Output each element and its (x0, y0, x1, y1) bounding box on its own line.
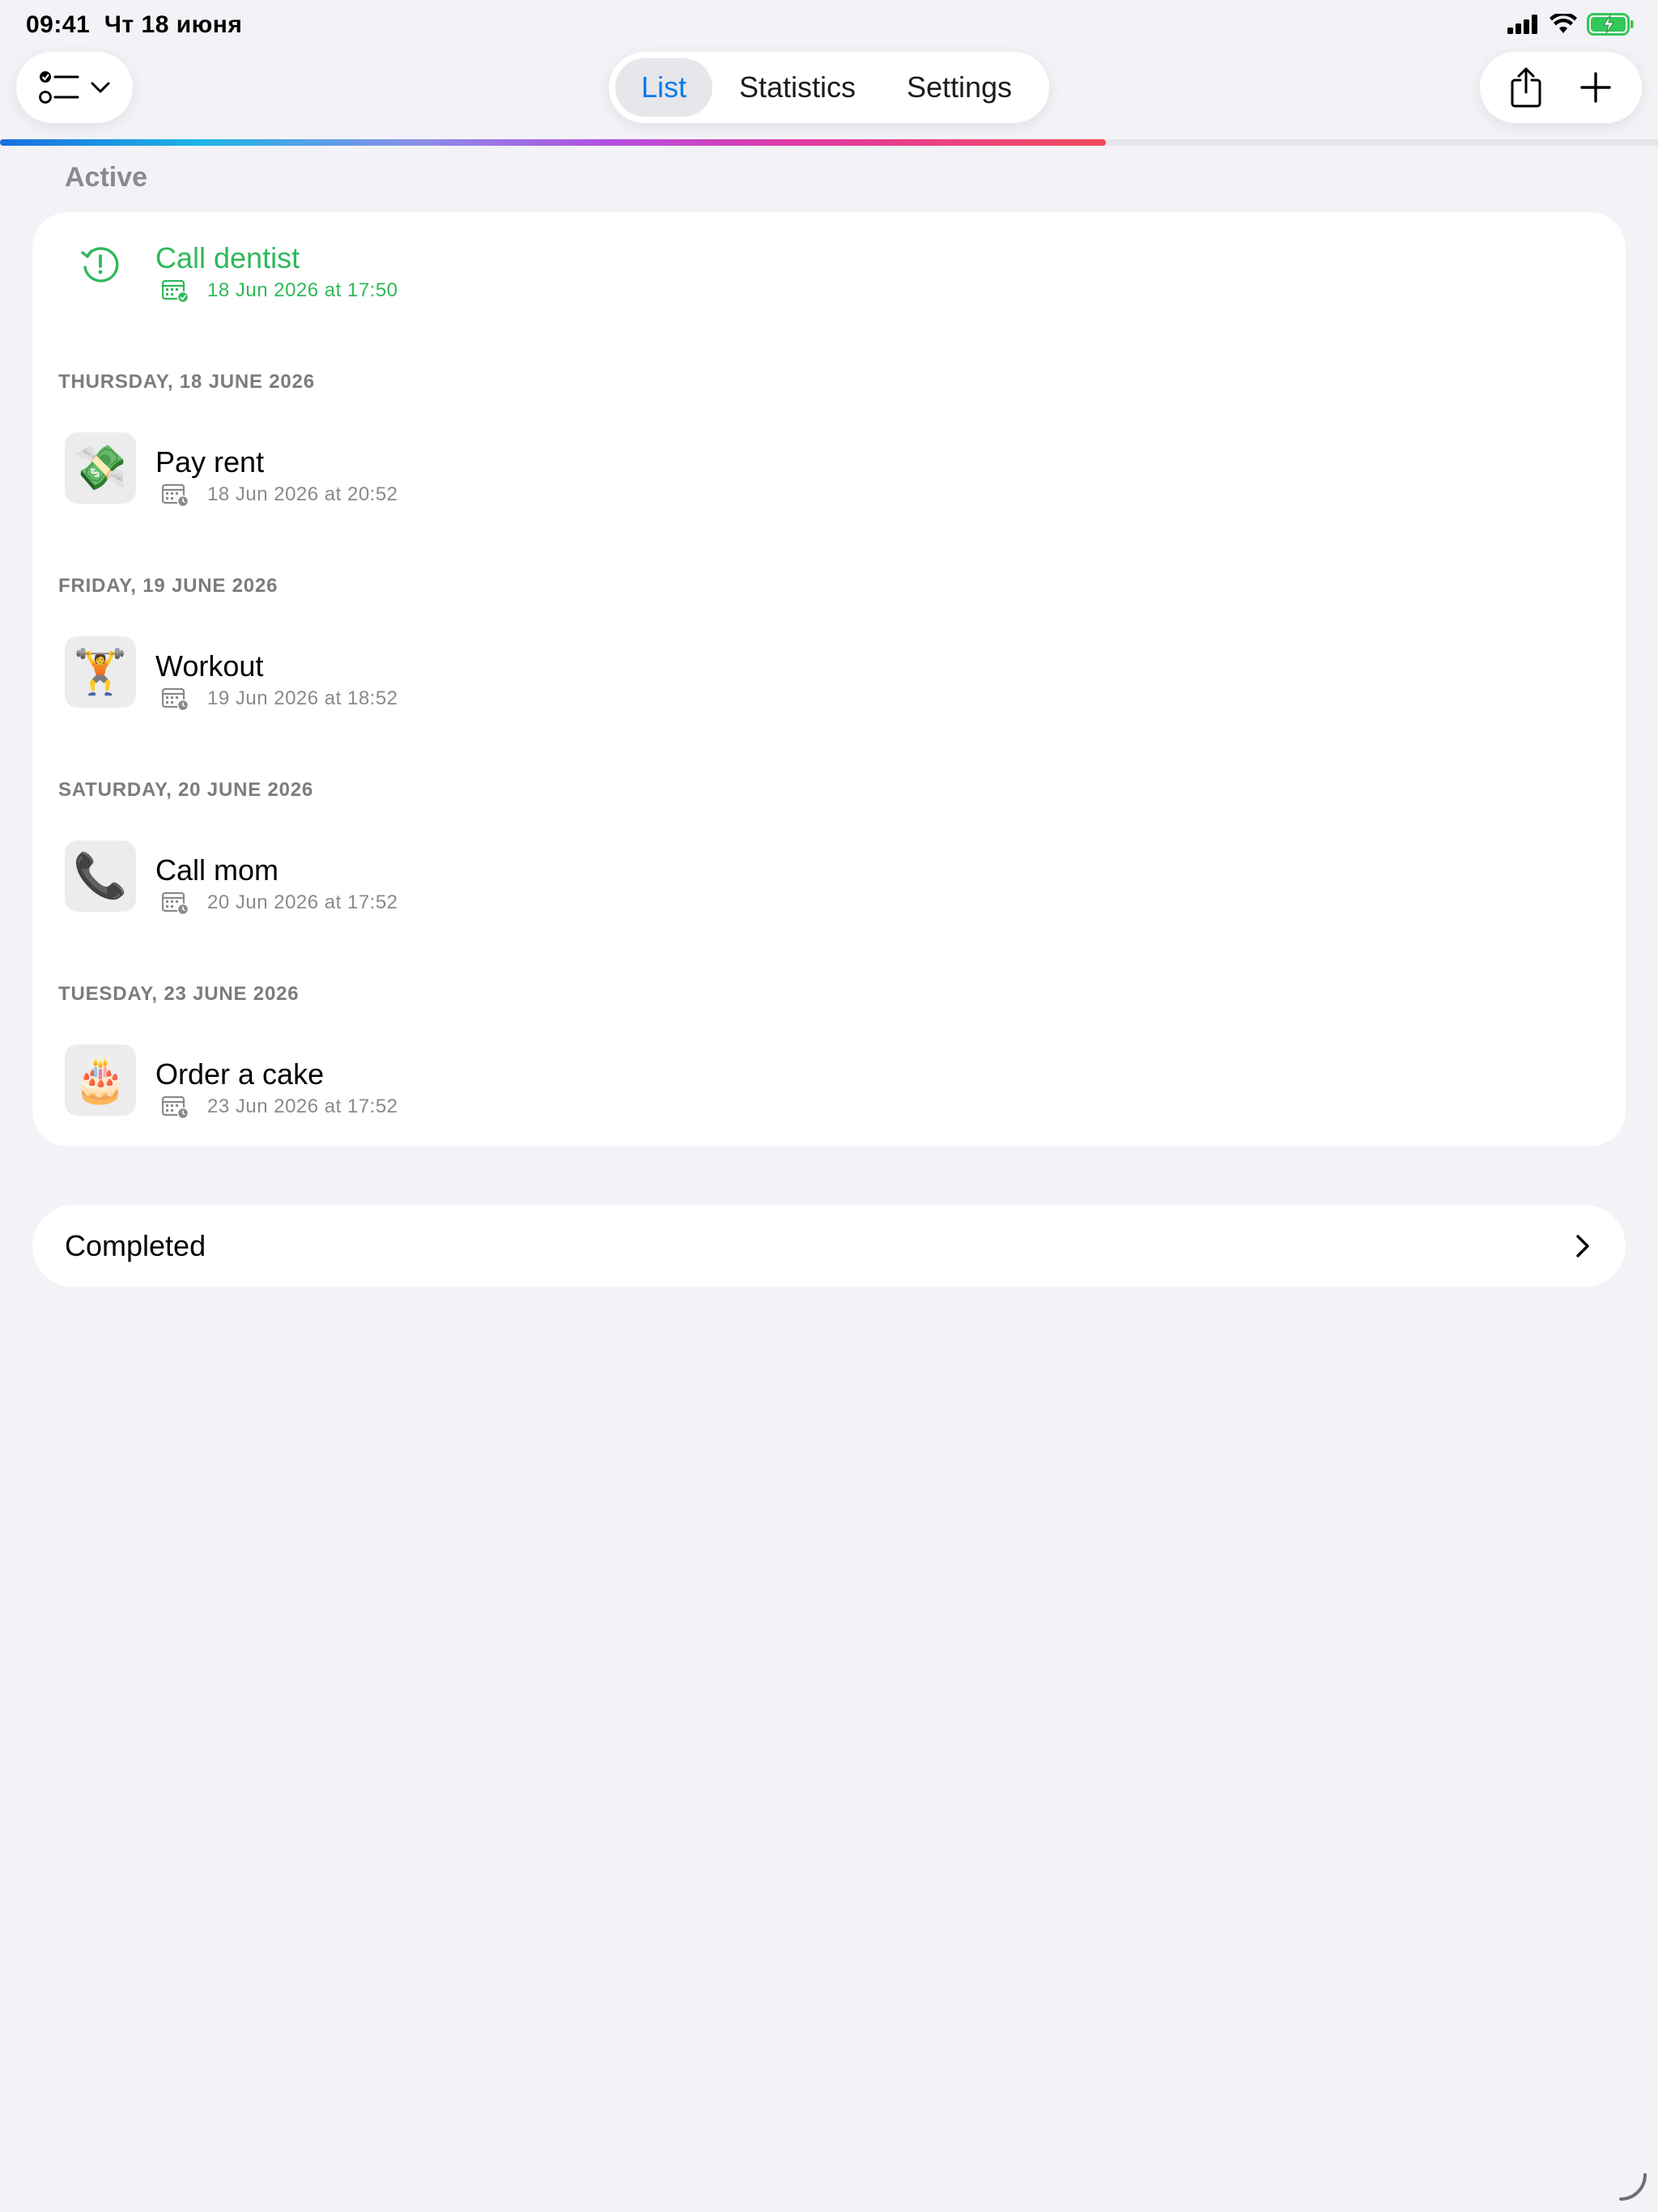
calendar-clock-icon (162, 687, 189, 711)
money-wings-icon: 💸 (65, 432, 136, 504)
tab-settings-label: Settings (906, 70, 1013, 104)
completion-progress-fill (0, 139, 1107, 146)
task-title: Order a cake (155, 1057, 325, 1091)
calendar-clock-icon (162, 1095, 189, 1119)
task-date-line: 23 Jun 2026 at 17:52 (162, 1095, 398, 1119)
share-icon (1511, 67, 1541, 108)
chevron-right-icon (1576, 1235, 1589, 1257)
window-resize-handle[interactable] (1616, 2170, 1648, 2202)
status-indicators (1507, 13, 1634, 36)
task-date-line: 19 Jun 2026 at 18:52 (162, 687, 398, 711)
cellular-signal-icon (1507, 15, 1537, 34)
tab-list-label: List (640, 70, 687, 104)
completion-progress-bar (0, 139, 1658, 146)
task-row-overdue[interactable]: Call dentist 18 Jun 2026 at 17:50 (32, 212, 1626, 325)
tab-statistics[interactable]: Statistics (712, 58, 882, 117)
task-date: 20 Jun 2026 at 17:52 (207, 891, 398, 913)
task-row[interactable]: 🏋️ Workout 19 Jun 2026 at 18:52 (32, 620, 1626, 734)
wifi-icon (1550, 14, 1577, 33)
plus-icon (1580, 72, 1611, 103)
action-buttons-group (1480, 52, 1642, 123)
telephone-receiver-icon: 📞 (65, 840, 136, 912)
date-group-header: TUESDAY, 23 JUNE 2026 (58, 983, 300, 1005)
chevron-down-icon (91, 82, 110, 93)
checklist-icon (39, 71, 79, 104)
task-title: Workout (155, 649, 264, 683)
status-time: 09:41 Чт 18 июня (26, 11, 242, 39)
task-date: 19 Jun 2026 at 18:52 (207, 687, 398, 709)
status-bar: 09:41 Чт 18 июня (0, 0, 1658, 49)
tab-settings[interactable]: Settings (882, 58, 1036, 117)
task-date-line: 18 Jun 2026 at 17:50 (162, 279, 398, 303)
task-date: 18 Jun 2026 at 17:50 (207, 279, 398, 301)
view-segmented-control: List Statistics Settings (609, 52, 1049, 123)
task-row[interactable]: 💸 Pay rent 18 Jun 2026 at 20:52 (32, 416, 1626, 530)
completed-label: Completed (65, 1229, 206, 1262)
active-section-title: Active (65, 162, 148, 193)
overdue-clock-icon (65, 228, 136, 300)
task-row[interactable]: 📞 Call mom 20 Jun 2026 at 17:52 (32, 824, 1626, 938)
list-filter-menu-button[interactable] (16, 52, 133, 123)
battery-charging-icon (1587, 13, 1634, 36)
task-date: 23 Jun 2026 at 17:52 (207, 1095, 398, 1117)
status-date: Чт 18 июня (104, 11, 243, 38)
calendar-clock-icon (162, 891, 189, 915)
tab-list[interactable]: List (615, 58, 712, 117)
completed-section-button[interactable]: Completed (32, 1205, 1626, 1287)
task-date-line: 18 Jun 2026 at 20:52 (162, 483, 398, 507)
active-tasks-card: Call dentist 18 Jun 2026 at 17:50 THURSD… (32, 212, 1626, 1146)
task-title: Pay rent (155, 445, 265, 479)
date-group-header: FRIDAY, 19 JUNE 2026 (58, 575, 278, 597)
task-date-line: 20 Jun 2026 at 17:52 (162, 891, 398, 915)
calendar-clock-icon (162, 483, 189, 507)
date-group-header: SATURDAY, 20 JUNE 2026 (58, 779, 314, 801)
add-task-button[interactable] (1571, 63, 1620, 112)
tab-statistics-label: Statistics (738, 70, 857, 104)
date-group-header: THURSDAY, 18 JUNE 2026 (58, 371, 315, 393)
birthday-cake-icon: 🎂 (65, 1044, 136, 1116)
task-title: Call dentist (155, 241, 300, 274)
share-button[interactable] (1502, 63, 1550, 112)
task-title: Call mom (155, 853, 279, 887)
calendar-check-icon (162, 279, 189, 303)
status-clock: 09:41 (26, 11, 91, 38)
weight-lifter-icon: 🏋️ (65, 636, 136, 708)
task-row[interactable]: 🎂 Order a cake 23 Jun 2026 at 17:52 (32, 1028, 1626, 1142)
task-date: 18 Jun 2026 at 20:52 (207, 483, 398, 505)
